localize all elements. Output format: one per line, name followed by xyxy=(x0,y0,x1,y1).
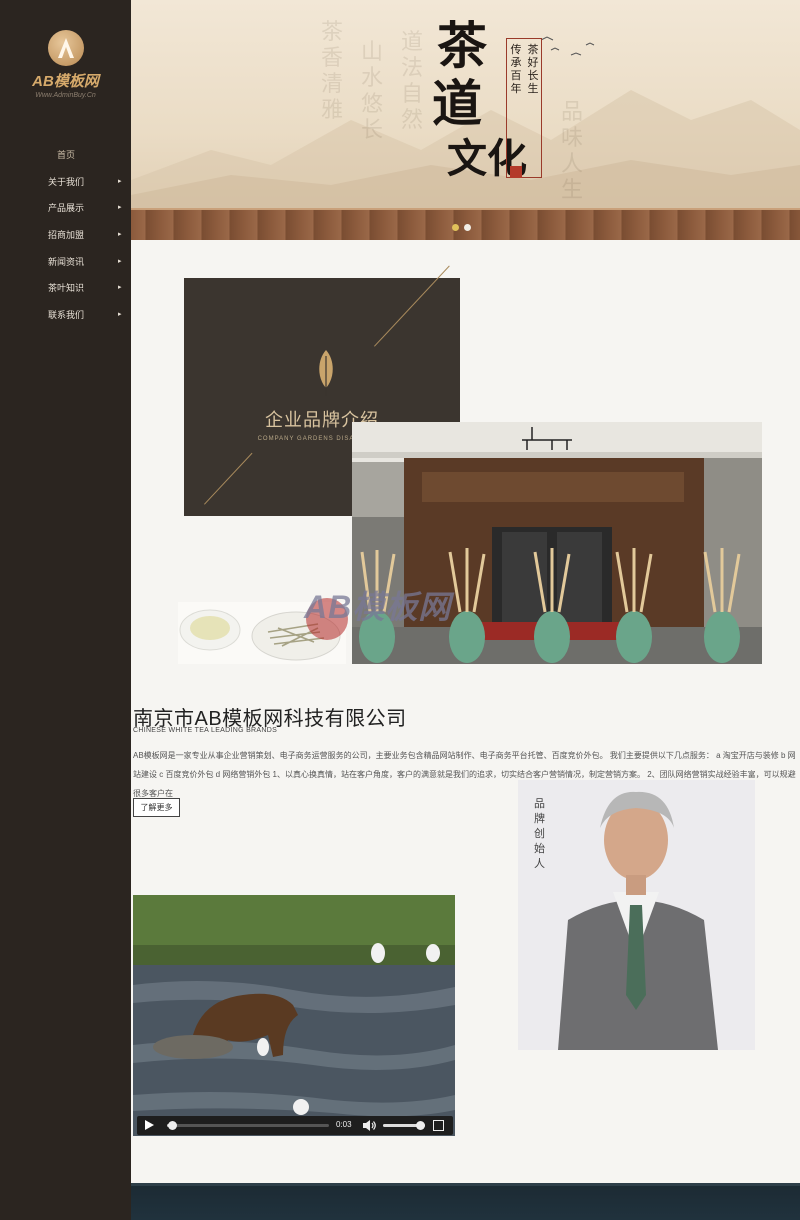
nav-item-franchise[interactable]: 招商加盟 ▸ xyxy=(0,222,131,249)
banner-title-char: 茶 xyxy=(437,16,487,75)
chevron-right-icon: ▸ xyxy=(118,231,122,239)
nav-item-about[interactable]: 关于我们 ▸ xyxy=(0,169,131,196)
nav-item-contact[interactable]: 联系我们 ▸ xyxy=(0,302,131,329)
slider-dot-active[interactable] xyxy=(452,224,459,231)
video-controls: 0:03 xyxy=(137,1116,453,1135)
volume-knob[interactable] xyxy=(416,1121,425,1130)
founder-photo xyxy=(518,780,755,1050)
poem-line: 茶好长生 xyxy=(527,43,539,95)
tea-leaf-icon xyxy=(319,350,333,396)
background-calligraphy: 道法自然 xyxy=(401,30,424,133)
volume-slider[interactable] xyxy=(383,1121,425,1130)
nav-item-label: 新闻资讯 xyxy=(48,256,85,267)
company-english-tagline: CHINESE WHITE TEA LEADING BRANDS xyxy=(133,727,278,734)
nav-item-label: 产品展示 xyxy=(48,203,85,214)
logo-subtitle: Www.AdminBuy.Cn xyxy=(35,92,96,99)
nav-item-label: 茶叶知识 xyxy=(48,283,85,294)
banner-poem: 传承百年 茶好长生 xyxy=(506,38,542,178)
hero-banner: 茶香清雅 山水悠长 道法自然 品味人生 茶 道 文化 传承百年 茶好长生 xyxy=(131,0,800,240)
nav-item-label: 关于我们 xyxy=(48,176,85,187)
founder-label: 品牌创始人 xyxy=(534,797,545,870)
nav-item-products[interactable]: 产品展示 ▸ xyxy=(0,195,131,222)
logo-name: AB模板网 xyxy=(32,73,99,90)
nav-item-home[interactable]: 首页 xyxy=(0,142,131,169)
fullscreen-icon[interactable] xyxy=(433,1120,444,1131)
chevron-right-icon: ▸ xyxy=(118,284,122,292)
volume-icon[interactable] xyxy=(363,1120,377,1131)
background-calligraphy: 茶香清雅 xyxy=(321,20,344,123)
footer-divider xyxy=(131,1183,800,1186)
background-calligraphy: 山水悠长 xyxy=(361,40,384,143)
slider-dot[interactable] xyxy=(464,224,471,231)
main-nav: 首页 关于我们 ▸ 产品展示 ▸ 招商加盟 ▸ 新闻资讯 ▸ 茶叶知识 ▸ 联系… xyxy=(0,142,131,329)
watermark-text: AB模板网 xyxy=(304,589,452,625)
progress-knob[interactable] xyxy=(167,1121,177,1130)
nav-item-tea-knowledge[interactable]: 茶叶知识 ▸ xyxy=(0,275,131,302)
footer-band xyxy=(131,1183,800,1220)
logo[interactable]: AB模板网 Www.AdminBuy.Cn xyxy=(0,30,131,99)
nav-item-news[interactable]: 新闻资讯 ▸ xyxy=(0,249,131,276)
poem-line: 传承百年 xyxy=(510,43,522,95)
logo-mark-icon xyxy=(47,30,84,66)
learn-more-button[interactable]: 了解更多 xyxy=(133,798,180,817)
play-icon[interactable] xyxy=(145,1120,154,1130)
sidebar: AB模板网 Www.AdminBuy.Cn 首页 关于我们 ▸ 产品展示 ▸ 招… xyxy=(0,0,131,1220)
chevron-right-icon: ▸ xyxy=(118,177,122,185)
chevron-right-icon: ▸ xyxy=(118,204,122,212)
slider-dots xyxy=(452,218,476,236)
video-player[interactable] xyxy=(133,895,455,1136)
red-seal-icon xyxy=(510,166,522,178)
decor-line xyxy=(374,265,450,347)
chevron-right-icon: ▸ xyxy=(118,311,122,319)
chevron-right-icon: ▸ xyxy=(118,257,122,265)
video-time: 0:03 xyxy=(336,1120,352,1129)
background-calligraphy: 品味人生 xyxy=(561,100,584,203)
video-progress-bar[interactable] xyxy=(167,1121,329,1130)
nav-item-label: 招商加盟 xyxy=(48,230,85,241)
banner-title-char: 道 xyxy=(432,74,482,133)
nav-item-label: 联系我们 xyxy=(48,310,85,321)
decor-line xyxy=(204,452,253,505)
